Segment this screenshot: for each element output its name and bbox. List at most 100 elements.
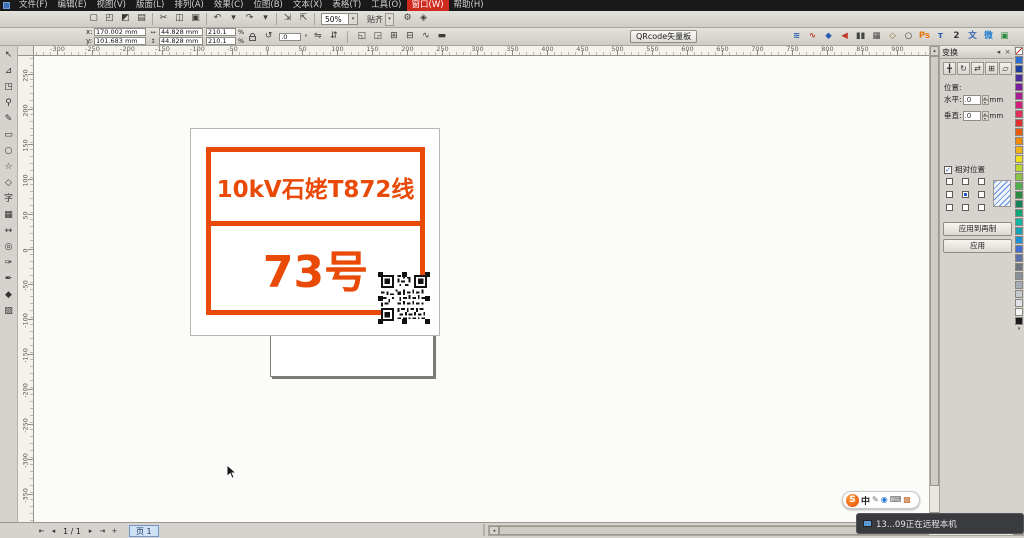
object-y-field[interactable]: 101.683 mm [94,37,146,45]
snap-to-dropdown[interactable]: 贴齐 ▾ [364,13,397,26]
color-swatch[interactable] [1015,209,1023,217]
export-icon[interactable]: ⇱ [296,12,311,26]
skin-icon[interactable]: ▩ [903,492,911,508]
selection-handle[interactable] [378,319,383,324]
scale-y-field[interactable]: 210.1 [206,37,236,45]
next-page-button[interactable]: ▸ [85,526,96,537]
color-swatch[interactable] [1015,308,1023,316]
columns-icon[interactable]: ▮▮ [853,30,868,44]
first-page-button[interactable]: ⇤ [36,526,47,537]
menu-item[interactable]: 效果(C) [209,0,249,11]
typeset-icon[interactable]: т [933,30,948,44]
lock-ratio-button[interactable] [248,33,257,41]
zoom-level-combobox[interactable]: 50% ▾ [321,13,358,25]
horizontal-ruler[interactable]: -300-250-200-150-100-5005010015020025030… [34,46,929,56]
save-icon[interactable]: ◩ [118,12,133,26]
color-swatch[interactable] [1015,101,1023,109]
anchor-bottom-left-checkbox[interactable] [946,204,953,211]
previous-page-button[interactable]: ◂ [48,526,59,537]
color-swatch[interactable] [1015,191,1023,199]
color-swatch[interactable] [1015,182,1023,190]
ungroup-icon[interactable]: ⊟ [402,30,417,44]
pick-tool[interactable]: ↖ [1,48,17,63]
anchor-left-checkbox[interactable] [946,191,953,198]
relative-position-checkbox[interactable]: ✓ [944,166,952,174]
curve-smooth-icon[interactable]: ∿ [805,30,820,44]
ime-mode-toggle[interactable]: 中 [861,494,870,507]
color-swatch[interactable] [1015,317,1023,325]
add-page-button[interactable]: + [109,526,120,537]
menu-item[interactable]: 工具(O) [366,0,406,11]
import-icon[interactable]: ⇲ [280,12,295,26]
distribute-icon[interactable]: ≋ [789,30,804,44]
anchor-top-right-checkbox[interactable] [978,178,985,185]
transform-size-icon[interactable]: ⊞ [985,62,998,75]
color-swatch[interactable] [1015,254,1023,262]
object-height-field[interactable]: 44.828 mm [159,37,203,45]
mirror-horizontal-icon[interactable]: ⇋ [310,30,325,44]
keyboard-icon[interactable]: ⌨ [890,492,902,508]
spin-down-icon[interactable]: ▾ [982,100,989,105]
horizontal-value-field[interactable]: .0 [963,95,981,105]
wechat-plugin-icon[interactable]: 微 [981,30,996,44]
text-tool[interactable]: 字 [1,192,17,207]
qrcode-vector-plugin-button[interactable]: QRcode矢量板 [630,30,697,43]
undo-dropdown-icon[interactable]: ▾ [226,12,241,26]
transform-rotate-icon[interactable]: ↻ [957,62,970,75]
menu-item[interactable]: 编辑(E) [53,0,92,11]
spin-down-icon[interactable]: ▾ [982,116,989,121]
color-swatch[interactable] [1015,74,1023,82]
to-back-icon[interactable]: ◲ [370,30,385,44]
image-export-icon[interactable]: ▣ [997,30,1012,44]
paste-icon[interactable]: ▣ [188,12,203,26]
sogou-logo-icon[interactable]: S [846,494,859,507]
redo-icon[interactable]: ↷ [242,12,257,26]
color-swatch[interactable] [1015,281,1023,289]
anchor-top-left-checkbox[interactable] [946,178,953,185]
mirror-vertical-icon[interactable]: ⇵ [326,30,341,44]
redo-dropdown-icon[interactable]: ▾ [258,12,273,26]
print-icon[interactable]: ▤ [134,12,149,26]
color-swatch[interactable] [1015,128,1023,136]
drawing-canvas[interactable]: 10kV石姥T872线 73号 [34,56,929,522]
close-icon[interactable]: × [1003,48,1012,56]
vertical-value-field[interactable]: .0 [963,111,981,121]
color-swatch[interactable] [1015,110,1023,118]
undo-icon[interactable]: ↶ [210,12,225,26]
qr-code-object[interactable] [378,272,430,324]
color-swatch[interactable] [1015,227,1023,235]
selection-handle[interactable] [402,319,407,324]
remote-session-notification[interactable]: 13...09正在远程本机 [856,513,1024,534]
ime-toolbar[interactable]: S 中 ✎◉⌨▩ [842,491,920,509]
application-launcher-icon[interactable]: ◈ [416,12,431,26]
rotation-angle-field[interactable]: .0 [279,33,301,41]
handwriting-icon[interactable]: ✎ [872,492,879,508]
color-swatch[interactable] [1015,137,1023,145]
no-color-swatch[interactable] [1015,47,1023,55]
color-swatch[interactable] [1015,245,1023,253]
menu-item[interactable]: 文本(X) [288,0,327,11]
color-swatch[interactable] [1015,236,1023,244]
color-swatch[interactable] [1015,218,1023,226]
photoshop-export-icon[interactable]: Ps [917,30,932,44]
to-front-icon[interactable]: ◱ [354,30,369,44]
transform-scale-mirror-icon[interactable]: ⇄ [971,62,984,75]
chevron-down-icon[interactable]: ▾ [385,13,394,26]
selection-handle[interactable] [425,319,430,324]
last-page-button[interactable]: ⇥ [97,526,108,537]
menu-item[interactable]: 窗口(W) [407,0,449,11]
statusbar-splitter[interactable] [483,524,485,536]
color-swatch[interactable] [1015,290,1023,298]
menu-item[interactable]: 位图(B) [248,0,287,11]
color-swatch[interactable] [1015,65,1023,73]
anchor-bottom-checkbox[interactable] [962,204,969,211]
color-swatch[interactable] [1015,146,1023,154]
options-icon[interactable]: ⚙ [400,12,415,26]
eyedropper-tool[interactable]: ✑ [1,256,17,271]
apply-to-duplicate-button[interactable]: 应用到再制 [943,222,1012,236]
selection-handle[interactable] [378,272,383,277]
scale-x-field[interactable]: 210.1 [206,28,236,36]
color-swatch[interactable] [1015,272,1023,280]
color-swatch[interactable] [1015,164,1023,172]
text-plugin-icon[interactable]: 文 [965,30,980,44]
